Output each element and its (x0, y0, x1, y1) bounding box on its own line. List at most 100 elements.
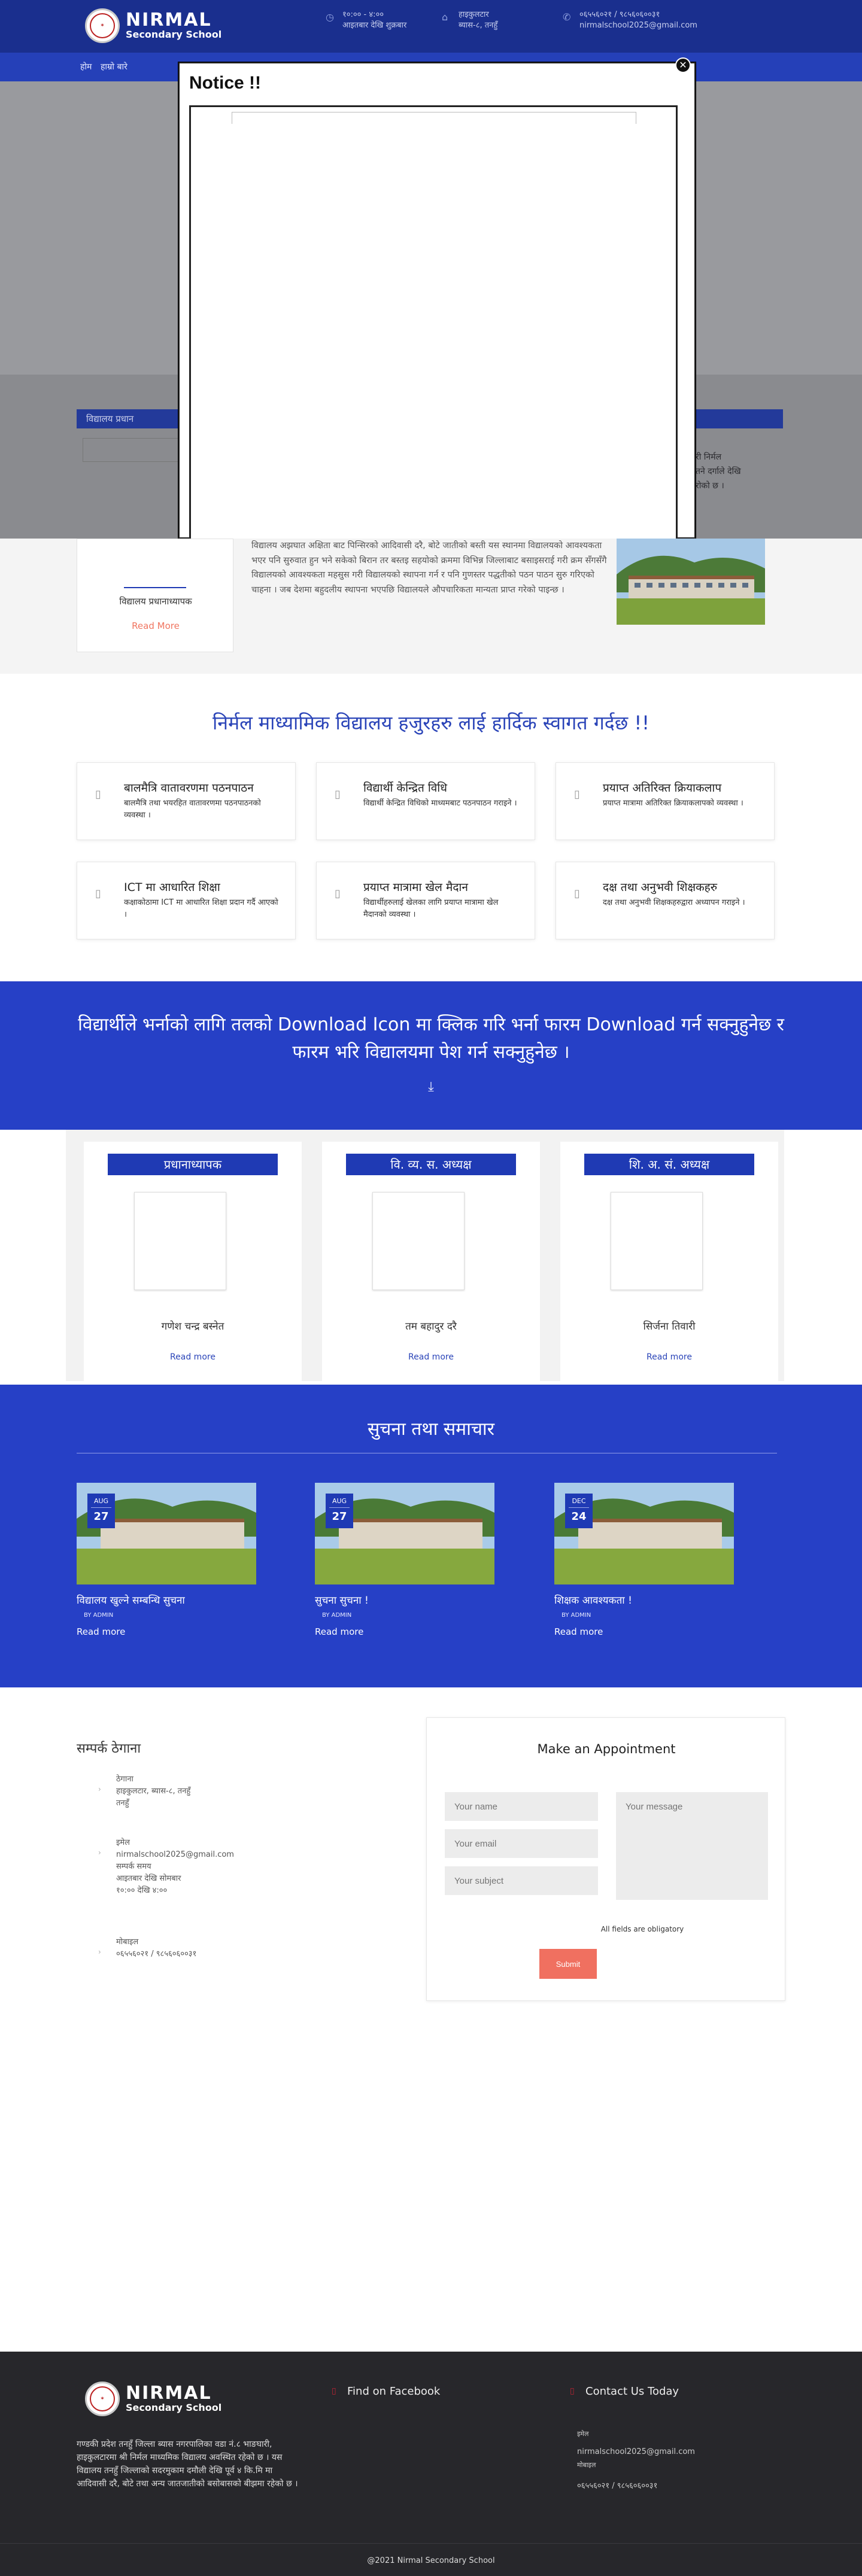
download-instructions: विद्यार्थीले भर्नाको लागि तलको Download … (78, 1014, 784, 1063)
time-label: सम्पर्क समय (116, 1862, 151, 1871)
days-value: आइतबार देखि शुक्रबार (342, 21, 407, 30)
facebook-icon: ▯ (332, 2386, 336, 2396)
school-logo[interactable]: ✶ NIRMAL Secondary School (85, 8, 221, 43)
member-read-more-link[interactable]: Read more (84, 1352, 302, 1362)
news-read-more-link[interactable]: Read more (554, 1626, 603, 1637)
news-title-link[interactable]: सुचना सुचना ! (315, 1593, 369, 1607)
principal-message: विद्यालय अझघात अक्षिता बाट पिन्सिरको आदि… (251, 541, 607, 595)
footer-logo-subtitle: Secondary School (126, 2402, 222, 2413)
news-day: 27 (91, 1507, 111, 1523)
member-read-more-link[interactable]: Read more (322, 1352, 540, 1362)
feature-desc: बालमैत्रि तथा भयरहित वातावरणमा पठनपाठनको… (124, 799, 261, 820)
address-value2: तनहुँ (116, 1799, 129, 1808)
feature-card: ▯ बालमैत्रि वातावरणमा पठनपाठन बालमैत्रि … (77, 762, 296, 840)
location-icon: ⌂ (442, 11, 448, 23)
page: ✶ NIRMAL Secondary School ◷ १०:०० - ४:००… (0, 0, 862, 2576)
news-date-badge: DEC 24 (565, 1494, 593, 1528)
address-value: हाइकुलटार, ब्यास-८, तनहुँ (116, 1787, 191, 1796)
news-date-badge: AUG 27 (326, 1494, 353, 1528)
news-title-link[interactable]: शिक्षक आवश्यकता ! (554, 1593, 632, 1607)
footer-email[interactable]: nirmalschool2025@gmail.com (577, 2447, 695, 2456)
modal-title: Notice !! (189, 73, 261, 93)
news-author: BY ADMIN (322, 1612, 352, 1619)
committee-section: प्रधानाध्यापक गणेश चन्द्र बस्नेत Read mo… (66, 1130, 784, 1381)
logo-name: NIRMAL (126, 10, 212, 31)
news-date-badge: AUG 27 (87, 1494, 115, 1528)
member-photo (372, 1192, 465, 1290)
news-title-link[interactable]: विद्यालय खुल्ने सम्बन्धि सुचना (77, 1593, 185, 1607)
member-name: गणेश चन्द्र बस्नेत (161, 1321, 224, 1333)
contact-title: सम्पर्क ठेगाना (77, 1741, 141, 1756)
contact-address: › ठेगाना हाइकुलटार, ब्यास-८, तनहुँ तनहुँ (98, 1774, 191, 1809)
footer-logo[interactable]: ✶ NIRMAL Secondary School (85, 2382, 221, 2416)
message-field[interactable] (616, 1792, 768, 1900)
phone-label: मोबाइल (116, 1938, 139, 1947)
time-value: आइतबार देखि सोमबार (116, 1874, 181, 1883)
email-value[interactable]: nirmalschool2025@gmail.com (579, 20, 697, 31)
notice-content-frame (189, 105, 678, 542)
news-month: AUG (93, 1497, 109, 1505)
phone-icon: › (98, 1948, 101, 1956)
appointment-form: Make an Appointment All fields are oblig… (426, 1717, 785, 2001)
member-name: सिर्जना तिवारी (643, 1321, 696, 1333)
news-day: 24 (569, 1507, 589, 1523)
facebook-heading-text: Find on Facebook (347, 2385, 441, 2398)
contact-icon: ▯ (570, 2386, 575, 2396)
email-label: इमेल (116, 1838, 130, 1847)
feature-title: ICT मा आधारित शिक्षा (124, 881, 220, 894)
address-label: ठेगाना (116, 1775, 133, 1784)
close-icon[interactable]: ✕ (675, 57, 691, 73)
news-read-more-link[interactable]: Read more (77, 1626, 125, 1637)
feature-title: प्रयाप्त मात्रामा खेल मैदान (363, 881, 468, 894)
phone-value: ०६५५६०२१ / ९८५६०६००३१ (579, 10, 660, 19)
teacher-icon: ▯ (574, 887, 580, 900)
download-icon[interactable]: ⤓ (419, 1079, 443, 1094)
principal-read-more-link[interactable]: Read More (77, 621, 234, 631)
committee-card: शि. अ. सं. अध्यक्ष सिर्जना तिवारी Read m… (560, 1142, 778, 1381)
feature-card: ▯ विद्यार्थी केन्द्रित विधि विद्यार्थी क… (316, 762, 535, 840)
news-read-more-link[interactable]: Read more (315, 1626, 363, 1637)
welcome-title: निर्मल माध्यामिक विद्यालय हजुरहरु लाई हा… (212, 711, 649, 734)
feature-card: ▯ ICT मा आधारित शिक्षा कक्षाकोठामा ICT म… (77, 862, 296, 939)
hours-value: १०:०० - ४:०० (342, 10, 384, 19)
feature-desc: विद्यार्थी केन्द्रित विधिको माध्यमबाट पठ… (363, 799, 517, 808)
news-title: सुचना तथा समाचार (368, 1419, 494, 1440)
subject-field[interactable] (445, 1866, 598, 1895)
footer-phone-label: मोबाइल (577, 2461, 596, 2469)
committee-role: प्रधानाध्यापक (108, 1154, 278, 1175)
committee-role: शि. अ. सं. अध्यक्ष (584, 1154, 754, 1175)
nav-about[interactable]: हाम्रो बारे (101, 61, 128, 72)
member-name: तम बहादुर दरै (405, 1321, 457, 1333)
nav-home[interactable]: होम (80, 61, 92, 72)
appointment-title: Make an Appointment (537, 1742, 676, 1756)
footer-logo-name: NIRMAL (126, 2383, 212, 2404)
member-read-more-link[interactable]: Read more (560, 1352, 778, 1362)
header-address: ⌂ हाइकुलटार ब्यास-८, तनहुँ (442, 10, 498, 31)
facebook-heading: ▯ Find on Facebook (332, 2385, 441, 2398)
email-value[interactable]: nirmalschool2025@gmail.com (116, 1849, 234, 1861)
feature-card: ▯ प्रयाप्त मात्रामा खेल मैदान विद्यार्थी… (316, 862, 535, 939)
news-month: DEC (572, 1497, 586, 1505)
member-photo (611, 1192, 703, 1290)
header-hours: ◷ १०:०० - ४:०० आइतबार देखि शुक्रबार (326, 10, 407, 31)
dimmed-text-line3: रोको छ । (696, 481, 724, 491)
email-field[interactable] (445, 1829, 598, 1858)
address-line2: ब्यास-८, तनहुँ (459, 21, 498, 30)
ball-icon: ▯ (335, 887, 341, 900)
ribbon-icon: ▯ (95, 788, 101, 801)
name-field[interactable] (445, 1792, 598, 1821)
divider (0, 2543, 862, 2544)
feature-desc: दक्ष तथा अनुभवी शिक्षकहरुद्वारा अध्यापन … (603, 898, 745, 907)
footer-phone: ०६५५६०२१ / ९८५६०६००३१ (577, 2481, 658, 2490)
submit-button[interactable]: Submit (539, 1949, 597, 1979)
phone-icon: ✆ (563, 11, 571, 23)
committee-role: वि. व्य. स. अध्यक्ष (346, 1154, 516, 1175)
committee-card: वि. व्य. स. अध्यक्ष तम बहादुर दरै Read m… (322, 1142, 540, 1381)
dimmed-section-bar-right (696, 409, 783, 428)
notice-modal: Notice !! ✕ (178, 57, 696, 542)
phone-value: ०६५५६०२१ / ९८५६०६००३१ (116, 1950, 197, 1958)
computer-icon: ▯ (95, 887, 101, 900)
dimmed-section-bar: विद्यालय प्रधान (77, 409, 178, 428)
news-item: AUG 27 सुचना सुचना ! BY ADMIN Read more (315, 1483, 494, 1662)
star-icon: ▯ (574, 788, 580, 801)
